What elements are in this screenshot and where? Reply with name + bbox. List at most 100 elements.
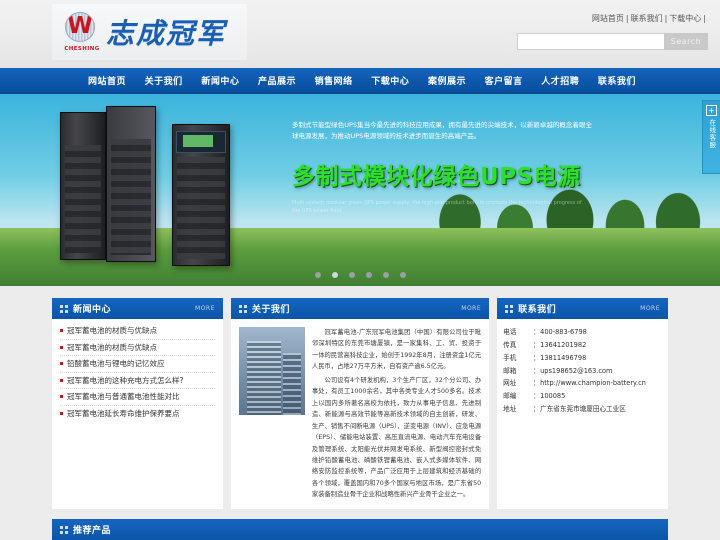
about-body: 冠军蓄电池-广东冠军电池集团（中国）有限公司位于毗邻深圳特区的东莞市塘厦镇，是一… <box>231 319 489 509</box>
bullet-icon <box>60 362 63 366</box>
nav-item-guestbook[interactable]: 客户留言 <box>485 74 523 87</box>
about-paragraph-1: 冠军蓄电池-广东冠军电池集团（中国）有限公司位于毗邻深圳特区的东莞市塘厦镇，是一… <box>311 329 482 371</box>
colon: ： <box>533 366 540 375</box>
nav-item-contact[interactable]: 联系我们 <box>598 74 636 87</box>
top-header: W CHESHING 志成冠军 网站首页 | 联系我们 | 下载中心 | Search <box>0 0 720 68</box>
contact-label: 手机 <box>503 353 517 362</box>
contact-value[interactable]: http://www.champion-battery.cn <box>540 377 646 390</box>
contact-value: ups198652@163.com <box>540 366 613 375</box>
separator: | <box>664 14 668 23</box>
cabinet-control-panel <box>176 131 226 153</box>
colon: ： <box>533 405 540 414</box>
news-list: 冠军蓄电池的材质与优缺点 冠军蓄电池的材质与优缺点 铅酸蓄电池与锂电的记忆效应 … <box>52 319 223 428</box>
grid-icon <box>505 304 514 313</box>
colon: ： <box>533 379 540 388</box>
news-item-label: 铅酸蓄电池与锂电的记忆效应 <box>67 359 165 369</box>
news-panel-title: 新闻中心 <box>73 305 112 315</box>
about-more-link[interactable]: MORE <box>461 305 481 312</box>
contact-label: 传真 <box>503 340 517 349</box>
carousel-dot-3[interactable] <box>348 272 355 278</box>
list-item[interactable]: 铅酸蓄电池与锂电的记忆效应 <box>60 356 215 373</box>
nav-item-sales-network[interactable]: 销售网络 <box>315 74 353 87</box>
top-link-download[interactable]: 下载中心 <box>669 14 701 23</box>
logo-emblem-icon: W CHESHING <box>64 12 100 52</box>
nav-item-products[interactable]: 产品展示 <box>258 74 296 87</box>
top-link-contact[interactable]: 联系我们 <box>631 14 663 23</box>
logo-circle-icon: W <box>65 12 95 42</box>
bullet-icon <box>60 412 63 416</box>
contact-label: 地址 <box>503 405 517 414</box>
ups-cabinet-middle <box>106 106 156 262</box>
hero-banner: 多制式节能型绿色UPS集当今最先进的科技应用成果，拥有最先进的尖端技术，以新颖卓… <box>0 94 720 286</box>
carousel-dot-2[interactable] <box>331 272 338 278</box>
colon: ： <box>533 392 540 401</box>
logo-subtext: CHESHING <box>64 46 100 52</box>
list-item[interactable]: 冠军蓄电池延长寿命维护保养要点 <box>60 406 215 423</box>
bullet-icon <box>60 395 63 399</box>
main-navigation: 网站首页 关于我们 新闻中心 产品展示 销售网络 下载中心 案例展示 客户留言 … <box>0 68 720 94</box>
colon: ： <box>533 353 540 362</box>
plus-square-icon: + <box>706 105 717 116</box>
contact-row-address: 地址 ： 广东省东莞市塘厦田心工业区 <box>503 403 660 416</box>
cabinet-display-icon <box>183 135 213 147</box>
contact-label: 邮箱 <box>503 366 517 375</box>
contact-panel-title: 联系我们 <box>518 305 557 315</box>
about-panel: 关于我们 MORE 冠军蓄电池-广东冠军电池集团（中国）有限公司位于毗邻深圳特区… <box>230 298 490 509</box>
bullet-icon <box>60 378 63 382</box>
list-item[interactable]: 冠军蓄电池与普通蓄电池性能对比 <box>60 389 215 406</box>
contact-row-postcode: 邮编 ： 100085 <box>503 390 660 403</box>
about-text: 冠军蓄电池-广东冠军电池集团（中国）有限公司位于毗邻深圳特区的东莞市塘厦镇，是一… <box>312 327 481 503</box>
search-box: Search <box>517 33 708 50</box>
about-panel-header: 关于我们 MORE <box>230 298 490 319</box>
carousel-dot-5[interactable] <box>382 272 389 278</box>
contact-more-link[interactable]: MORE <box>640 305 660 312</box>
list-item[interactable]: 冠军蓄电池的这种充电方式怎么样? <box>60 373 215 389</box>
cabinet-slots <box>177 157 225 259</box>
recommended-products-header: 推荐产品 <box>52 519 668 540</box>
banner-subtitle: Multi-system modular green UPS power sup… <box>292 199 582 215</box>
bullet-icon <box>60 345 63 349</box>
recommended-products-title: 推荐产品 <box>73 526 112 536</box>
contact-value: 广东省东莞市塘厦田心工业区 <box>540 405 626 414</box>
contact-row-email: 邮箱 ： ups198652@163.com <box>503 365 660 378</box>
contact-row-website: 网址 ： http://www.champion-battery.cn <box>503 377 660 390</box>
cabinet-slots <box>65 145 101 253</box>
about-panel-title: 关于我们 <box>251 305 290 315</box>
news-panel-header: 新闻中心 MORE <box>52 298 223 319</box>
search-input[interactable] <box>517 33 664 50</box>
news-more-link[interactable]: MORE <box>195 305 215 312</box>
nav-item-cases[interactable]: 案例展示 <box>428 74 466 87</box>
cabinet-slots <box>111 139 151 255</box>
search-button[interactable]: Search <box>664 33 708 50</box>
contact-value: 13641201982 <box>540 340 587 349</box>
nav-item-news[interactable]: 新闻中心 <box>201 74 239 87</box>
carousel-dots <box>0 272 720 278</box>
contact-value: 100085 <box>540 392 566 401</box>
ups-product-image <box>44 102 264 278</box>
ups-cabinet-left <box>60 112 106 260</box>
top-link-home[interactable]: 网站首页 <box>592 14 624 23</box>
online-service-tab[interactable]: + 在线客服 <box>702 100 720 174</box>
site-logo[interactable]: W CHESHING 志成冠军 <box>52 4 247 60</box>
carousel-dot-6[interactable] <box>399 272 406 278</box>
colon: ： <box>533 340 540 349</box>
nav-item-about[interactable]: 关于我们 <box>145 74 183 87</box>
nav-item-careers[interactable]: 人才招聘 <box>541 74 579 87</box>
company-building-image <box>238 327 305 415</box>
nav-item-download[interactable]: 下载中心 <box>371 74 409 87</box>
list-item[interactable]: 冠军蓄电池的材质与优缺点 <box>60 340 215 356</box>
list-item[interactable]: 冠军蓄电池的材质与优缺点 <box>60 323 215 340</box>
contact-panel: 联系我们 MORE 电话 ： 400-883-6798 传真 ： 1364120… <box>497 298 669 509</box>
contact-label: 电话 <box>503 328 517 336</box>
news-item-label: 冠军蓄电池的材质与优缺点 <box>67 342 157 352</box>
nav-item-home[interactable]: 网站首页 <box>88 74 126 87</box>
news-panel: 新闻中心 MORE 冠军蓄电池的材质与优缺点 冠军蓄电池的材质与优缺点 铅酸蓄电… <box>52 298 223 509</box>
recommended-products-panel: 推荐产品 <box>52 519 668 540</box>
news-item-label: 冠军蓄电池延长寿命维护保养要点 <box>67 409 180 419</box>
carousel-dot-4[interactable] <box>365 272 372 278</box>
contact-row-fax: 传真 ： 13641201982 <box>503 339 660 352</box>
carousel-dot-1[interactable] <box>314 272 321 278</box>
colon: ： <box>533 328 540 336</box>
contact-label: 网址 <box>503 379 517 388</box>
contact-value: 400-883-6798 <box>540 328 587 336</box>
